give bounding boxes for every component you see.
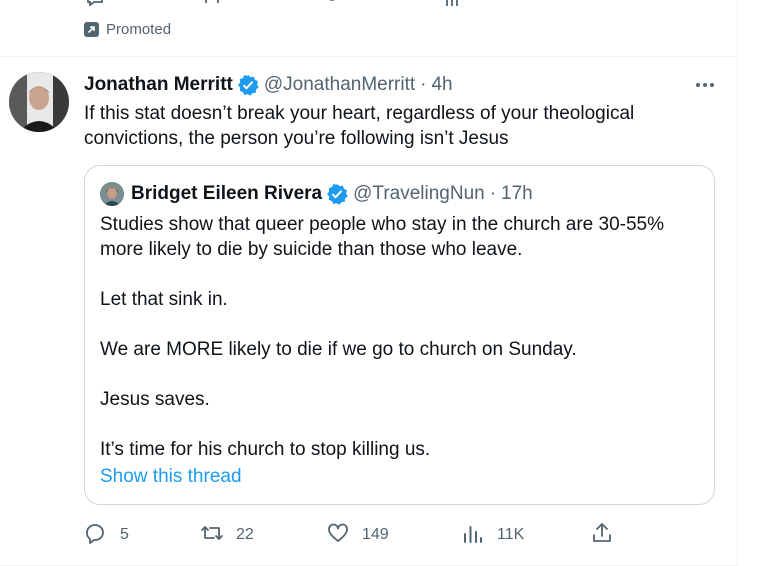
verified-badge-icon <box>237 74 259 96</box>
quote-time[interactable]: 17h <box>501 183 533 205</box>
tweet-header: Jonathan Merritt @JonathanMerritt · 4h <box>84 74 453 96</box>
reply-button[interactable]: 5 <box>84 522 129 548</box>
timeline-column: Promoted Jonathan Merritt @JonathanMerri… <box>0 0 737 566</box>
show-thread-link[interactable]: Show this thread <box>100 466 242 488</box>
verified-badge-icon <box>326 183 348 205</box>
reply-count: 5 <box>120 526 129 543</box>
retweet-icon[interactable] <box>203 0 221 6</box>
quote-avatar <box>100 182 124 206</box>
promoted-text: Promoted <box>106 21 172 38</box>
column-border <box>737 0 738 566</box>
quote-author-name[interactable]: Bridget Eileen Rivera <box>131 183 322 205</box>
like-button[interactable]: 149 <box>326 522 389 548</box>
quote-header: Bridget Eileen Rivera @TravelingNun · 17… <box>100 182 533 206</box>
quote-paragraph: We are MORE likely to die if we go to ch… <box>100 339 577 360</box>
reply-icon[interactable] <box>86 0 104 7</box>
view-count: 11K <box>497 526 525 543</box>
quote-paragraph: Let that sink in. <box>100 289 228 310</box>
quote-paragraph: Jesus saves. <box>100 389 210 410</box>
quoted-tweet[interactable]: Bridget Eileen Rivera @TravelingNun · 17… <box>84 165 715 505</box>
quote-author-handle[interactable]: @TravelingNun <box>353 183 485 205</box>
promoted-label: Promoted <box>84 21 171 38</box>
quote-text: Studies show that queer people who stay … <box>100 212 700 487</box>
share-icon[interactable] <box>594 0 612 6</box>
share-icon <box>590 521 614 550</box>
separator-dot: · <box>420 74 427 95</box>
separator-dot: · <box>489 183 497 204</box>
share-button[interactable] <box>590 522 614 548</box>
divider <box>0 56 737 57</box>
author-name[interactable]: Jonathan Merritt <box>84 74 233 96</box>
heart-icon <box>326 521 350 550</box>
quote-paragraph: Studies show that queer people who stay … <box>100 214 665 260</box>
retweet-count: 22 <box>236 526 254 543</box>
author-handle[interactable]: @JonathanMerritt <box>264 74 415 96</box>
more-icon[interactable] <box>693 80 717 90</box>
reply-icon <box>84 521 108 550</box>
tweet-time[interactable]: 4h <box>431 74 452 96</box>
views-icon[interactable] <box>443 0 461 6</box>
views-icon <box>461 521 485 550</box>
previous-tweet-actions <box>0 0 737 10</box>
like-count: 149 <box>362 526 389 543</box>
retweet-icon <box>200 521 224 550</box>
views-button[interactable]: 11K <box>461 522 524 548</box>
promoted-icon <box>84 22 99 37</box>
tweet-actions: 5 22 149 11K <box>84 522 624 548</box>
avatar[interactable] <box>9 72 69 132</box>
tweet-text: If this stat doesn’t break your heart, r… <box>84 103 635 149</box>
heart-icon[interactable] <box>323 0 341 6</box>
retweet-button[interactable]: 22 <box>200 522 254 548</box>
quote-paragraph: It’s time for his church to stop killing… <box>100 439 431 460</box>
